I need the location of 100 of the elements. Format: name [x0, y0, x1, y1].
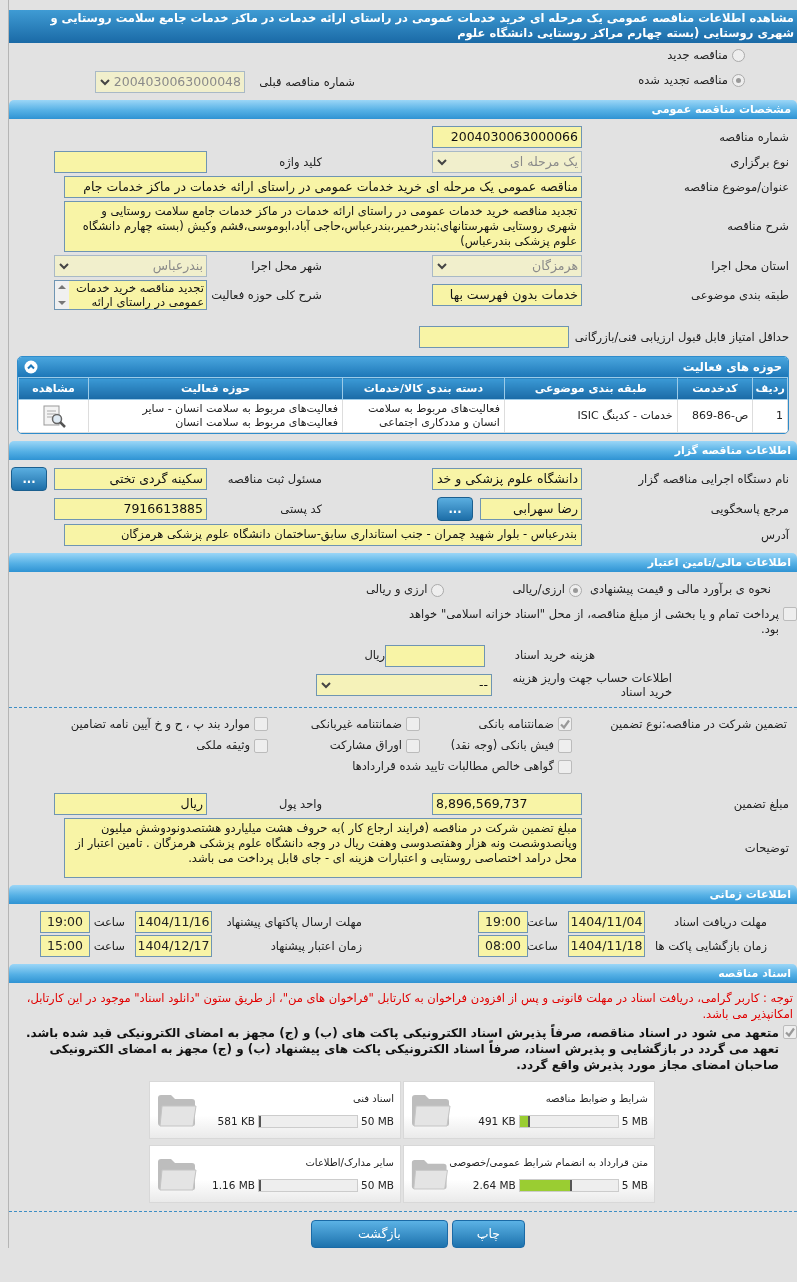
field-label: ساعت	[92, 937, 125, 955]
chevron-icon	[436, 261, 448, 272]
text-field[interactable]	[54, 151, 207, 174]
more-button[interactable]: ...	[11, 467, 47, 492]
field-label: شرح کلی حوزه فعالیت	[210, 286, 322, 304]
text-field[interactable]: خدمات بدون فهرست بها	[432, 284, 582, 307]
text-field[interactable]: 2004030063000066	[432, 126, 582, 149]
text-field[interactable]: سکینه گردی تختی	[54, 468, 207, 491]
file-size: 2.64 MB	[472, 1178, 516, 1193]
folder-icon	[410, 1092, 452, 1129]
checkbox-label: موارد بند پ ، ح و خ آیین نامه تضامین	[70, 715, 250, 733]
checkbox-label: ضمانتنامه غیربانکی	[310, 715, 402, 733]
size-limit: 50 MB	[361, 1114, 394, 1129]
checkbox[interactable]	[783, 606, 797, 621]
field-label: طبقه بندی موضوعی	[690, 286, 789, 304]
option-label: مناقصه تجدید شده	[638, 72, 728, 90]
column-header: طبقه بندی موضوعی	[504, 377, 678, 400]
field-label: ساعت	[528, 937, 558, 955]
checkbox[interactable]	[254, 738, 268, 753]
field-label: شماره مناقصه قبلی	[258, 73, 355, 91]
text-field[interactable]: ریال	[54, 793, 207, 816]
text-area[interactable]: تجدید مناقصه خرید خدمات عمومی در راستای ارائه	[54, 280, 207, 311]
chevron-icon	[320, 679, 332, 690]
column-header: مشاهده	[18, 377, 89, 400]
field-label: تضمین شرکت در مناقصه:	[662, 715, 787, 733]
radio-button[interactable]	[732, 49, 745, 63]
column-header: دسته بندی کالا/خدمات	[342, 377, 505, 400]
radio-button[interactable]	[732, 74, 745, 88]
file-size: 581 KB	[217, 1114, 256, 1129]
page-title: مشاهده اطلاعات مناقصه عمومی یک مرحله ای خرید خدمات عمومی در راستای ارائه خدمات در ماکز خدمات جامع سلامت روستایی و شهری روستایی (بسته چهارم مراکز روستایی دانشگاه علوم	[9, 10, 797, 43]
time-field[interactable]: 15:00	[40, 935, 90, 958]
column-header: کدخدمت	[677, 377, 753, 400]
date-field[interactable]: 1404/11/04	[568, 911, 645, 934]
checkbox-label: پرداخت تمام و یا بخشی از مبلغ مناقصه، از محل "اسناد خزانه اسلامی" خواهد بود.	[407, 606, 779, 637]
action-button[interactable]: بازگشت	[311, 1220, 448, 1249]
file-title: سایر مدارک/اطلاعات	[304, 1156, 394, 1170]
column-header: ردیف	[752, 377, 788, 400]
field-label: نوع برگزاری	[729, 153, 789, 171]
radio-button[interactable]	[568, 583, 582, 597]
date-field[interactable]: 1404/11/16	[135, 911, 212, 934]
table-cell: فعالیت‌های مربوط به سلامت انسان و مددکاری اجتماعی	[342, 399, 505, 433]
time-field[interactable]: 19:00	[478, 911, 528, 934]
file-title: شرایط و ضوابط مناقصه	[544, 1092, 648, 1106]
chevron-icon	[58, 261, 70, 272]
time-field[interactable]: 08:00	[478, 935, 528, 958]
text-area[interactable]: مبلغ تضمین شرکت در مناقصه (فرایند ارجاع کار )به حروف هشت میلیاردو هشتصدونودوشش میلیون وپانصدوشصت ونه هزار وهفتصدوسی وهفت ریال در وجه دانشگاه علوم پزشکی هرمزگان . تامین اعتبار از محل درامد اختصاصی روستایی و اعتبارات هزینه ای - جای قابل پرداخت می باشد.	[64, 818, 582, 879]
field-label: ساعت	[528, 913, 558, 931]
text-area[interactable]: تجدید مناقصه خرید خدمات عمومی در راستای ارائه خدمات در ماکز خدمات جامع سلامت روستایی و شهری روستایی شهرستانهای:بندرخمیر،بندرعباس،حاجی آباد،ابوموسی،قشم وکیش (بسته چهارم دانشگاه علوم پزشکی بندرعباس)	[64, 201, 582, 253]
scrollbar	[55, 281, 69, 310]
view-icon[interactable]	[40, 404, 67, 429]
size-limit: 5 MB	[621, 1178, 648, 1193]
text-area[interactable]: بندرعباس - بلوار شهید چمران - جنب استانداری سابق-ساختمان دانشگاه علوم پزشکی هرمزگان	[64, 524, 582, 547]
checkbox[interactable]	[406, 717, 420, 732]
text-field[interactable]: دانشگاه علوم پزشکی و خد	[432, 468, 582, 491]
date-field[interactable]: 1404/11/18	[568, 935, 645, 958]
radio-button[interactable]	[431, 583, 445, 597]
field-label: زمان بازگشایی پاکت ها	[654, 937, 767, 955]
column-header: حوزه فعالیت	[88, 377, 343, 400]
text-field[interactable]: 8,896,569,737	[432, 793, 582, 816]
field-label: کد پستی	[279, 500, 322, 518]
checkbox-label: ضمانتنامه بانکی	[478, 715, 554, 733]
checkbox[interactable]	[254, 717, 268, 732]
option-label: ارزی و ریالی	[365, 581, 428, 599]
text-field[interactable]: رضا سهرابی	[480, 498, 582, 521]
field-label: حداقل امتیاز قابل قبول ارزیابی فنی/بازرگانی	[573, 328, 789, 346]
table-header: حوزه های فعالیت	[18, 357, 788, 378]
time-field[interactable]: 19:00	[40, 911, 90, 934]
section-header: اطلاعات مناقصه گزار	[9, 441, 797, 461]
field-label: ساعت	[92, 913, 125, 931]
file-title: متن قرارداد به انضمام شرایط عمومی/خصوصی	[449, 1156, 648, 1170]
field-label: استان محل اجرا	[710, 257, 789, 275]
table-cell: خدمات - کدینگ ISIC	[504, 399, 678, 433]
collapse-icon[interactable]	[24, 360, 38, 375]
checkbox[interactable]	[558, 717, 572, 732]
table-cell: 1	[752, 399, 788, 433]
section-header: مشخصات مناقصه عمومی	[9, 100, 797, 120]
checkbox[interactable]	[406, 738, 420, 753]
checkbox[interactable]	[558, 738, 572, 753]
date-field[interactable]: 1404/12/17	[135, 935, 212, 958]
field-label: مبلغ تضمین	[732, 795, 789, 813]
field-label: مهلت دریافت اسناد	[673, 913, 767, 931]
size-limit: 5 MB	[621, 1114, 648, 1129]
size-limit: 50 MB	[361, 1178, 394, 1193]
checkbox[interactable]	[783, 1025, 797, 1040]
folder-icon	[156, 1156, 198, 1193]
field-label: شهر محل اجرا	[250, 257, 322, 275]
field-label: مهلت ارسال پاکتهای پیشنهاد	[225, 913, 362, 931]
more-button[interactable]: ...	[437, 497, 473, 522]
text-field[interactable]: 7916613885	[54, 498, 207, 521]
text-field[interactable]	[419, 326, 569, 349]
checkbox-label: وثیقه ملکی	[196, 736, 250, 754]
file-size: 491 KB	[478, 1114, 516, 1129]
action-button[interactable]: چاپ	[451, 1220, 525, 1249]
field-label: نوع تضمین	[609, 715, 662, 733]
checkbox[interactable]	[558, 759, 572, 774]
unit-label: ریال	[364, 647, 385, 664]
checkbox-label: فیش بانکی (وجه نقد)	[450, 736, 554, 755]
text-field[interactable]	[385, 644, 485, 667]
dropdown[interactable]: --	[316, 673, 492, 696]
text-field[interactable]: مناقصه عمومی یک مرحله ای خرید خدمات عمومی در راستای ارائه خدمات در ماکز خدمات جام	[64, 176, 582, 199]
